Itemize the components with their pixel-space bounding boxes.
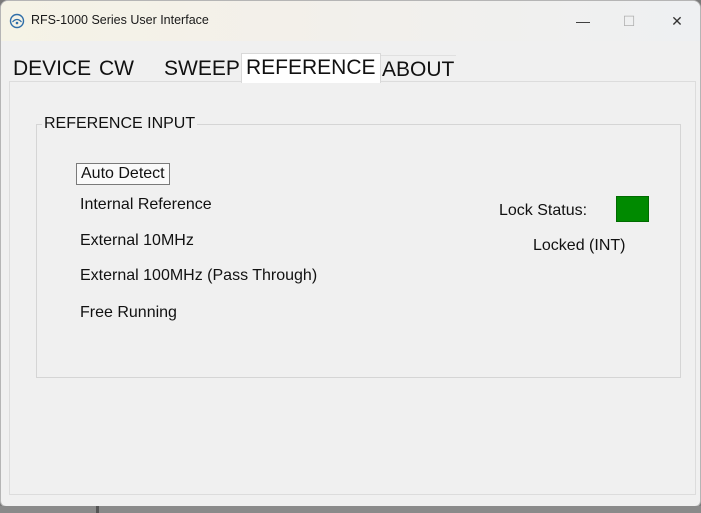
- tab-about[interactable]: ABOUT: [379, 55, 457, 82]
- option-external-10mhz[interactable]: External 10MHz: [80, 232, 194, 250]
- lock-status-indicator: [616, 196, 649, 222]
- title-bar[interactable]: RFS-1000 Series User Interface — ☐ ✕: [1, 1, 700, 41]
- minimize-button[interactable]: —: [560, 1, 606, 41]
- taskbar-strip: [0, 506, 701, 513]
- option-free-running[interactable]: Free Running: [80, 304, 177, 322]
- option-internal-reference[interactable]: Internal Reference: [80, 196, 212, 214]
- maximize-button[interactable]: ☐: [606, 1, 652, 41]
- app-logo-icon: [9, 13, 25, 29]
- close-icon: ✕: [671, 12, 683, 29]
- window-title: RFS-1000 Series User Interface: [31, 13, 209, 27]
- tab-sweep[interactable]: SWEEP: [162, 55, 242, 82]
- option-external-100mhz[interactable]: External 100MHz (Pass Through): [80, 267, 317, 285]
- minimize-icon: —: [576, 13, 590, 29]
- tab-device[interactable]: DEVICE: [11, 55, 93, 82]
- lock-status-text: Locked (INT): [533, 237, 626, 254]
- taskbar-divider: [96, 506, 99, 513]
- tab-reference[interactable]: REFERENCE: [241, 53, 381, 83]
- reference-input-group-title: REFERENCE INPUT: [42, 115, 198, 133]
- maximize-icon: ☐: [622, 12, 636, 29]
- option-auto-detect[interactable]: Auto Detect: [76, 163, 170, 185]
- lock-status-label: Lock Status:: [499, 202, 588, 219]
- tab-cw[interactable]: CW: [97, 55, 136, 82]
- app-window: RFS-1000 Series User Interface — ☐ ✕ DEV…: [0, 0, 701, 507]
- close-button[interactable]: ✕: [654, 1, 700, 41]
